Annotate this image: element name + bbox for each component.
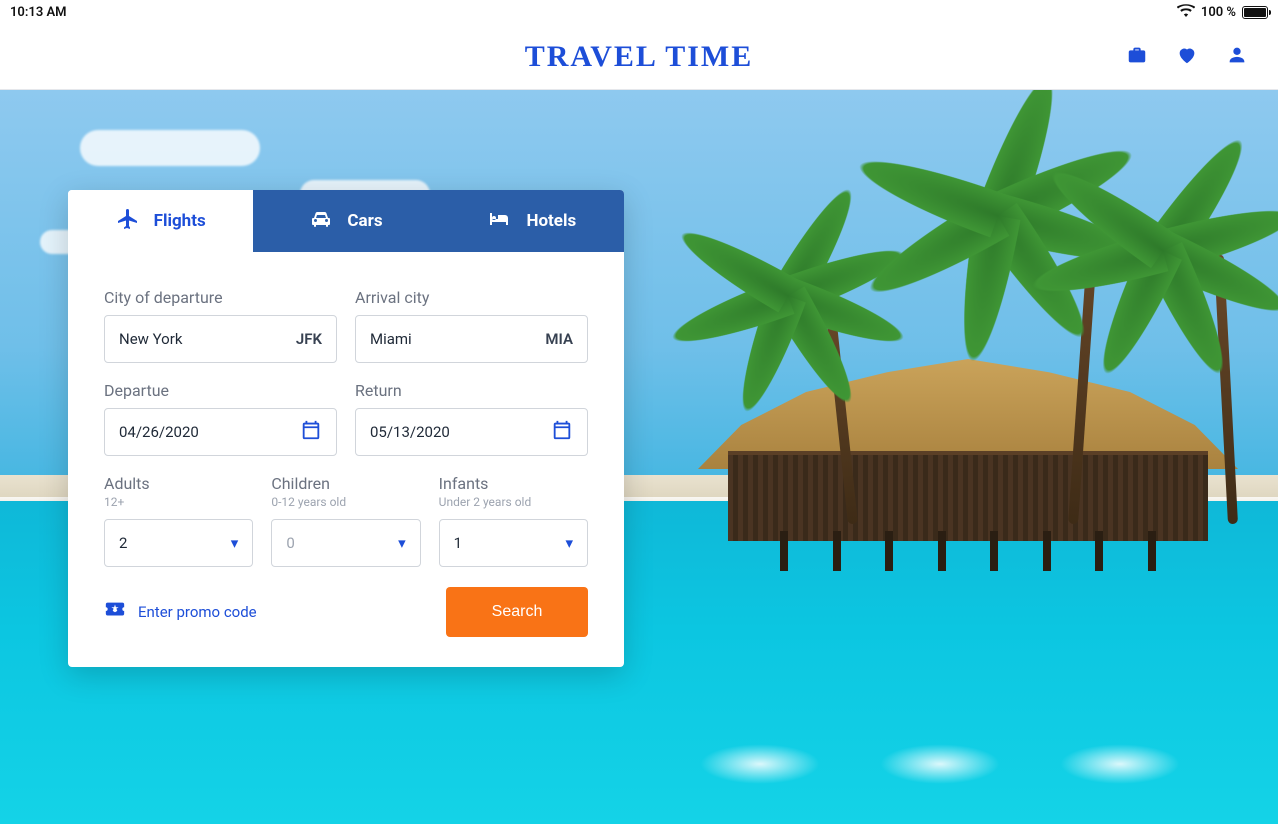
tab-cars[interactable]: Cars xyxy=(253,190,438,252)
tab-hotels-label: Hotels xyxy=(526,211,576,231)
briefcase-icon[interactable] xyxy=(1126,44,1148,70)
calendar-icon xyxy=(300,419,322,445)
caret-down-icon: ▾ xyxy=(398,534,406,552)
infants-select[interactable]: 1 ▾ xyxy=(439,519,588,567)
search-tabs: Flights Cars Hotels xyxy=(68,190,624,252)
children-sublabel: 0-12 years old xyxy=(271,495,420,509)
promo-code-link[interactable]: Enter promo code xyxy=(104,599,257,625)
search-form: City of departure New York JFK Arrival c… xyxy=(68,252,624,667)
caret-down-icon: ▾ xyxy=(231,534,239,552)
heart-icon[interactable] xyxy=(1176,44,1198,70)
departure-city-label: City of departure xyxy=(104,288,337,307)
arrival-city-value: Miami xyxy=(370,330,412,348)
children-label: Children xyxy=(271,474,420,493)
bed-icon xyxy=(486,207,512,236)
departure-date-value: 04/26/2020 xyxy=(119,423,199,441)
car-icon xyxy=(309,207,333,236)
adults-value: 2 xyxy=(119,534,127,552)
ticket-icon xyxy=(104,599,126,625)
children-select[interactable]: 0 ▾ xyxy=(271,519,420,567)
brand-logo: Travel Time xyxy=(525,40,753,74)
infants-sublabel: Under 2 years old xyxy=(439,495,588,509)
calendar-icon xyxy=(551,419,573,445)
arrival-city-input[interactable]: Miami MIA xyxy=(355,315,588,363)
departure-city-code: JFK xyxy=(296,330,322,348)
wifi-icon xyxy=(1177,4,1195,21)
return-date-input[interactable]: 05/13/2020 xyxy=(355,408,588,456)
tab-hotels[interactable]: Hotels xyxy=(439,190,624,252)
battery-icon xyxy=(1242,6,1268,19)
return-date-label: Return xyxy=(355,381,588,400)
departure-city-input[interactable]: New York JFK xyxy=(104,315,337,363)
status-bar: 10:13 AM 100 % xyxy=(0,0,1278,24)
children-value: 0 xyxy=(286,534,294,552)
departure-date-label: Departue xyxy=(104,381,337,400)
person-icon[interactable] xyxy=(1226,44,1248,70)
arrival-city-label: Arrival city xyxy=(355,288,588,307)
battery-percentage: 100 % xyxy=(1201,5,1236,20)
departure-city-value: New York xyxy=(119,330,182,348)
return-date-value: 05/13/2020 xyxy=(370,423,450,441)
departure-date-input[interactable]: 04/26/2020 xyxy=(104,408,337,456)
search-button[interactable]: Search xyxy=(446,587,588,637)
caret-down-icon: ▾ xyxy=(565,534,573,552)
hero-section: Flights Cars Hotels City of departure xyxy=(0,90,1278,824)
arrival-city-code: MIA xyxy=(545,330,573,348)
tab-cars-label: Cars xyxy=(347,211,382,231)
app-header: Travel Time xyxy=(0,24,1278,90)
tab-flights-label: Flights xyxy=(154,211,206,231)
infants-value: 1 xyxy=(454,534,462,552)
adults-sublabel: 12+ xyxy=(104,495,253,509)
infants-label: Infants xyxy=(439,474,588,493)
search-card: Flights Cars Hotels City of departure xyxy=(68,190,624,667)
promo-code-label: Enter promo code xyxy=(138,603,257,621)
plane-icon xyxy=(116,207,140,236)
adults-select[interactable]: 2 ▾ xyxy=(104,519,253,567)
tab-flights[interactable]: Flights xyxy=(68,190,253,252)
adults-label: Adults xyxy=(104,474,253,493)
status-time: 10:13 AM xyxy=(10,5,67,20)
